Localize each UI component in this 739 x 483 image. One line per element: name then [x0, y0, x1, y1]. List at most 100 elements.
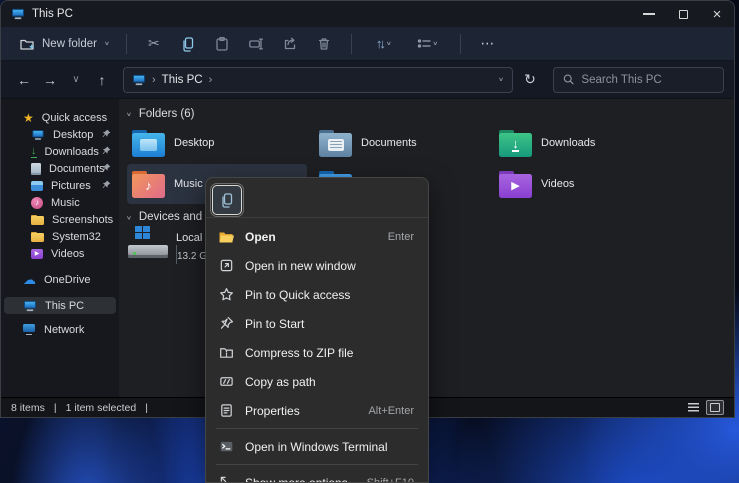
folder-tile-downloads[interactable]: ↓ Downloads — [494, 123, 674, 163]
details-view-button[interactable] — [684, 400, 702, 415]
network-icon — [23, 324, 36, 335]
menu-item-compress-zip[interactable]: Compress to ZIP file — [206, 338, 428, 367]
address-bar[interactable]: › This PC › ∨ — [123, 67, 513, 93]
maximize-button[interactable] — [666, 1, 700, 27]
item-count: 8 items — [11, 402, 45, 414]
navigation-pane: ★ Quick access Desktop ↓ Downloads Docum… — [1, 99, 119, 397]
menu-item-show-more-options[interactable]: Show more options Shift+F10 — [206, 468, 428, 483]
folder-tile-videos[interactable]: ▶ Videos — [494, 164, 674, 204]
large-icons-view-icon — [710, 403, 720, 412]
folder-tile-documents[interactable]: Documents — [314, 123, 494, 163]
new-folder-icon — [19, 36, 35, 52]
menu-item-open-windows-terminal[interactable]: Open in Windows Terminal — [206, 432, 428, 461]
cut-button[interactable]: ✂ — [137, 31, 171, 57]
chevron-down-icon: ∨ — [72, 74, 79, 85]
desktop-folder-icon — [132, 130, 165, 157]
toolbar-divider — [351, 34, 352, 54]
pin-quick-access-icon — [218, 287, 234, 303]
paste-icon — [214, 36, 230, 52]
toolbar-divider — [460, 34, 461, 54]
sidebar-item-network[interactable]: Network — [1, 321, 119, 338]
minimize-button[interactable] — [632, 1, 666, 27]
chevron-down-icon: ∨ — [432, 40, 438, 46]
sidebar-item-videos[interactable]: ▶ Videos — [1, 245, 119, 262]
sidebar-item-onedrive[interactable]: ☁ OneDrive — [1, 271, 119, 288]
view-button[interactable]: ∨ — [406, 31, 450, 57]
close-button[interactable]: × — [700, 1, 734, 27]
pin-icon — [101, 163, 111, 176]
menu-item-open-new-window[interactable]: Open in new window — [206, 251, 428, 280]
menu-item-pin-quick-access[interactable]: Pin to Quick access — [206, 280, 428, 309]
this-pc-icon — [133, 74, 145, 84]
close-icon: × — [713, 6, 722, 23]
forward-button[interactable]: → — [37, 67, 63, 93]
up-button[interactable]: ↑ — [89, 67, 115, 93]
new-folder-button[interactable]: New folder ∨ — [13, 32, 116, 56]
sidebar-item-pictures[interactable]: Pictures — [1, 177, 119, 194]
folder-icon — [31, 232, 44, 242]
sidebar-item-screenshots[interactable]: Screenshots — [1, 211, 119, 228]
copy-command-button[interactable] — [212, 185, 242, 215]
back-button[interactable]: ← — [11, 67, 37, 93]
new-folder-label: New folder — [42, 38, 97, 50]
context-menu: Open Enter Open in new window Pin to Qui… — [205, 177, 429, 483]
delete-button[interactable] — [307, 31, 341, 57]
sidebar-item-quick-access[interactable]: ★ Quick access — [1, 109, 119, 126]
open-in-new-window-icon — [218, 258, 234, 274]
chevron-down-icon: ∨ — [104, 40, 110, 46]
maximize-icon — [679, 10, 688, 19]
copy-as-path-icon — [218, 374, 234, 390]
copy-button[interactable] — [171, 31, 205, 57]
address-dropdown-icon[interactable]: ∨ — [498, 76, 504, 82]
sidebar-item-documents[interactable]: Documents — [1, 160, 119, 177]
copy-icon — [219, 192, 235, 208]
sidebar-item-downloads[interactable]: ↓ Downloads — [1, 143, 119, 160]
local-disk-icon — [128, 226, 168, 260]
up-icon: ↑ — [99, 72, 106, 88]
desktop: This PC × New folder ∨ ✂ — [0, 0, 739, 483]
this-pc-icon — [12, 9, 24, 19]
sidebar-item-this-pc[interactable]: This PC — [4, 297, 116, 314]
paste-button[interactable] — [205, 31, 239, 57]
more-icon: ⋯ — [480, 35, 495, 52]
music-icon: ♪ — [31, 197, 43, 209]
titlebar[interactable]: This PC × — [1, 1, 734, 27]
rename-button[interactable] — [239, 31, 273, 57]
window-title: This PC — [32, 8, 73, 20]
back-icon: ← — [17, 72, 31, 88]
collapse-icon: ∨ — [126, 214, 132, 220]
share-button[interactable] — [273, 31, 307, 57]
menu-item-properties[interactable]: Properties Alt+Enter — [206, 396, 428, 425]
breadcrumb-separator: › — [209, 74, 213, 86]
search-input[interactable] — [581, 74, 714, 86]
refresh-button[interactable]: ↻ — [517, 67, 543, 93]
sidebar-item-system32[interactable]: System32 — [1, 228, 119, 245]
folder-icon — [31, 215, 44, 225]
rename-icon — [248, 36, 264, 52]
sort-icon: ↑↓ — [376, 36, 383, 51]
recent-locations-button[interactable]: ∨ — [63, 67, 89, 93]
search-box[interactable] — [553, 67, 724, 93]
toolbar-divider — [126, 34, 127, 54]
picture-icon — [31, 181, 43, 191]
sidebar-item-desktop[interactable]: Desktop — [1, 126, 119, 143]
menu-item-open[interactable]: Open Enter — [206, 222, 428, 251]
sidebar-item-music[interactable]: ♪ Music — [1, 194, 119, 211]
pin-icon — [101, 146, 111, 159]
large-icons-view-button[interactable] — [706, 400, 724, 415]
more-options-button[interactable]: ⋯ — [471, 31, 505, 57]
this-pc-icon — [24, 300, 36, 310]
delete-icon — [316, 36, 332, 52]
breadcrumb-this-pc[interactable]: This PC — [162, 74, 203, 86]
sort-button[interactable]: ↑↓ ∨ — [362, 31, 406, 57]
folders-section-header[interactable]: ∨ Folders (6) — [126, 108, 194, 120]
video-icon: ▶ — [31, 249, 43, 259]
menu-item-pin-start[interactable]: Pin to Start — [206, 309, 428, 338]
pin-icon — [101, 129, 111, 142]
details-view-icon — [688, 403, 699, 412]
zip-folder-icon — [218, 345, 234, 361]
menu-item-copy-as-path[interactable]: Copy as path — [206, 367, 428, 396]
star-icon: ★ — [23, 112, 34, 124]
folder-tile-desktop[interactable]: Desktop — [127, 123, 307, 163]
copy-icon — [180, 36, 196, 52]
